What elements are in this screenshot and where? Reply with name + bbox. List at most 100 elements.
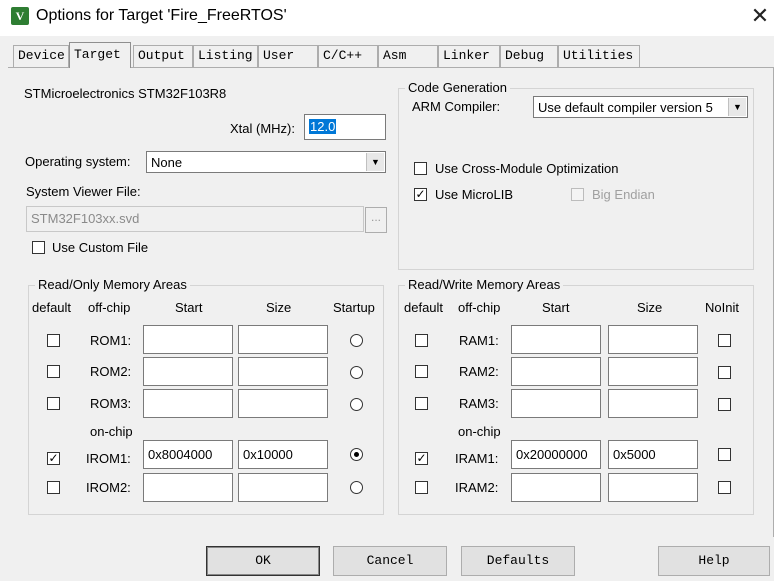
rom3-default-checkbox[interactable]	[47, 397, 60, 410]
rom2-size-input[interactable]	[238, 357, 328, 386]
ram1-start-input[interactable]	[511, 325, 601, 354]
big-endian-label: Big Endian	[592, 187, 655, 202]
rom1-start-input[interactable]	[143, 325, 233, 354]
cancel-button[interactable]: Cancel	[333, 546, 447, 576]
keil-uvision-icon: V	[11, 7, 29, 25]
irom1-startup-radio[interactable]	[350, 448, 363, 461]
rom1-startup-radio[interactable]	[350, 334, 363, 347]
irom2-default-checkbox[interactable]	[47, 481, 60, 494]
svd-input: STM32F103xx.svd	[26, 206, 364, 232]
os-value: None	[151, 155, 183, 170]
iram2-default-checkbox[interactable]	[415, 481, 428, 494]
close-icon[interactable]: ✕	[748, 4, 772, 28]
arm-compiler-label: ARM Compiler:	[412, 99, 501, 114]
ram3-start-input[interactable]	[511, 389, 601, 418]
xtal-value: 12.0	[309, 119, 337, 134]
ram-onchip-label: on-chip	[458, 424, 501, 439]
ram1-label: RAM1:	[459, 333, 499, 348]
ram2-noinit-checkbox[interactable]	[718, 366, 731, 379]
ram-header-start: Start	[542, 300, 570, 315]
custom-file-checkbox[interactable]	[32, 241, 45, 254]
svd-label: System Viewer File:	[26, 184, 141, 199]
ram3-noinit-checkbox[interactable]	[718, 398, 731, 411]
iram2-label: IRAM2:	[455, 480, 499, 495]
ram-header-offchip: off-chip	[458, 300, 501, 315]
rom1-default-checkbox[interactable]	[47, 334, 60, 347]
irom1-start-input[interactable]: 0x8004000	[143, 440, 233, 469]
ram2-default-checkbox[interactable]	[415, 365, 428, 378]
irom2-start-input[interactable]	[143, 473, 233, 502]
ram1-noinit-checkbox[interactable]	[718, 334, 731, 347]
iram1-start-input[interactable]: 0x20000000	[511, 440, 601, 469]
irom2-startup-radio[interactable]	[350, 481, 363, 494]
ram3-default-checkbox[interactable]	[415, 397, 428, 410]
help-button[interactable]: Help	[658, 546, 770, 576]
rom2-default-checkbox[interactable]	[47, 365, 60, 378]
rom1-size-input[interactable]	[238, 325, 328, 354]
ok-button[interactable]: OK	[206, 546, 320, 576]
tab-linker[interactable]: Linker	[438, 45, 500, 67]
rom3-start-input[interactable]	[143, 389, 233, 418]
tab-target[interactable]: Target	[69, 42, 131, 68]
os-label: Operating system:	[25, 154, 131, 169]
tab-debug[interactable]: Debug	[500, 45, 558, 67]
rom2-start-input[interactable]	[143, 357, 233, 386]
iram2-start-input[interactable]	[511, 473, 601, 502]
irom1-size-input[interactable]: 0x10000	[238, 440, 328, 469]
ram3-size-input[interactable]	[608, 389, 698, 418]
rom2-startup-radio[interactable]	[350, 366, 363, 379]
window-title: Options for Target 'Fire_FreeRTOS'	[36, 7, 287, 24]
iram1-size-input[interactable]: 0x5000	[608, 440, 698, 469]
ram-group-title: Read/Write Memory Areas	[405, 277, 564, 292]
iram1-noinit-checkbox[interactable]	[718, 448, 731, 461]
rom3-startup-radio[interactable]	[350, 398, 363, 411]
tab-listing[interactable]: Listing	[193, 45, 258, 67]
xtal-input[interactable]: 12.0	[304, 114, 386, 140]
ram-header-noinit: NoInit	[705, 300, 739, 315]
irom2-label: IROM2:	[86, 480, 131, 495]
tab-c-cpp[interactable]: C/C++	[318, 45, 378, 67]
tab-utilities[interactable]: Utilities	[558, 45, 640, 67]
rom-header-start: Start	[175, 300, 203, 315]
rom3-size-input[interactable]	[238, 389, 328, 418]
chevron-down-icon[interactable]: ▼	[366, 153, 384, 171]
iram2-size-input[interactable]	[608, 473, 698, 502]
irom1-default-checkbox[interactable]: ✓	[47, 452, 60, 465]
tab-asm[interactable]: Asm	[378, 45, 438, 67]
microlib-checkbox[interactable]: ✓	[414, 188, 427, 201]
tab-output[interactable]: Output	[133, 45, 193, 67]
svd-browse-button: ...	[365, 207, 387, 233]
rom-onchip-label: on-chip	[90, 424, 133, 439]
ram1-size-input[interactable]	[608, 325, 698, 354]
xtal-label: Xtal (MHz):	[230, 121, 295, 136]
rom-header-size: Size	[266, 300, 292, 315]
defaults-button[interactable]: Defaults	[461, 546, 575, 576]
ram-header-default: default	[404, 300, 444, 315]
iram2-noinit-checkbox[interactable]	[718, 481, 731, 494]
code-generation-title: Code Generation	[405, 80, 511, 95]
iram1-label: IRAM1:	[455, 451, 499, 466]
ram2-size-input[interactable]	[608, 357, 698, 386]
big-endian-checkbox	[571, 188, 584, 201]
chevron-down-icon[interactable]: ▼	[728, 98, 746, 116]
ram1-default-checkbox[interactable]	[415, 334, 428, 347]
ram-header-size: Size	[637, 300, 663, 315]
rom-header-default: default	[32, 300, 72, 315]
ram2-start-input[interactable]	[511, 357, 601, 386]
custom-file-label: Use Custom File	[52, 240, 149, 255]
rom-header-startup: Startup	[333, 300, 375, 315]
arm-compiler-value: Use default compiler version 5	[538, 100, 713, 115]
rom1-label: ROM1:	[90, 333, 132, 348]
ram2-label: RAM2:	[459, 364, 499, 379]
cross-module-checkbox[interactable]	[414, 162, 427, 175]
tab-device[interactable]: Device	[13, 45, 69, 67]
os-select[interactable]: None ▼	[146, 151, 386, 173]
irom2-size-input[interactable]	[238, 473, 328, 502]
rom3-label: ROM3:	[90, 396, 132, 411]
rom2-label: ROM2:	[90, 364, 132, 379]
arm-compiler-select[interactable]: Use default compiler version 5 ▼	[533, 96, 748, 118]
tab-user[interactable]: User	[258, 45, 318, 67]
iram1-default-checkbox[interactable]: ✓	[415, 452, 428, 465]
rom-header-offchip: off-chip	[88, 300, 131, 315]
cross-module-label: Use Cross-Module Optimization	[435, 161, 619, 176]
